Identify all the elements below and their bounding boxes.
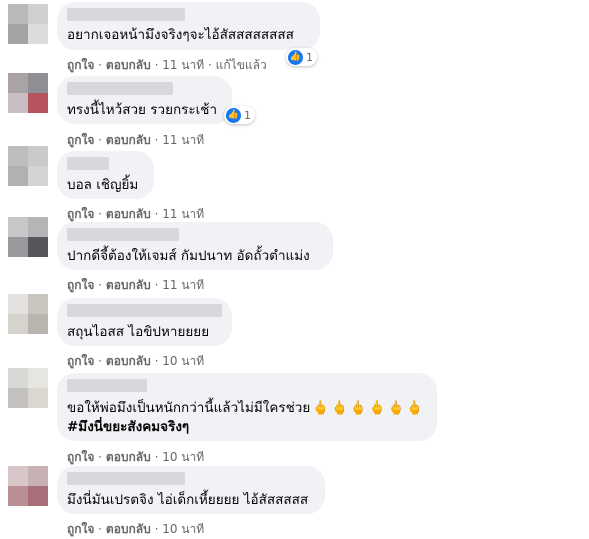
commenter-avatar[interactable] (8, 217, 48, 257)
comment-bubble: บอล เชิญยิ้ม (57, 151, 154, 199)
comment-text: สถุนไอสส ไอขิปหายยยย (67, 324, 210, 340)
thumbs-up-icon: 👍 (226, 107, 241, 123)
reply-link[interactable]: ตอบกลับ (106, 58, 151, 72)
comment-meta: ถูกใจ · ตอบกลับ · 11 นาที (67, 276, 204, 295)
timestamp[interactable]: 11 นาที (162, 207, 204, 221)
comment-meta: ถูกใจ · ตอบกลับ · 10 นาที (67, 520, 204, 539)
separator: · (154, 133, 159, 147)
comment-meta: ถูกใจ · ตอบกลับ · 10 นาที (67, 352, 204, 371)
comment-text: มึงนี่มันเปรตจิง ไอ่เด็กเหี้ยยยย ไอ้สัสส… (67, 492, 309, 508)
like-link[interactable]: ถูกใจ (67, 522, 94, 536)
reply-link[interactable]: ตอบกลับ (106, 522, 151, 536)
middle-finger-emoji-icons: 🖕🖕🖕🖕🖕🖕 (312, 400, 426, 416)
commenter-name-redacted[interactable] (67, 304, 222, 317)
timestamp[interactable]: 10 นาที (162, 450, 204, 464)
commenter-name-redacted[interactable] (67, 472, 185, 485)
comment-bubble: ขอให้พ่อมึงเป็นหนักกว่านี้แล้วไม่มีใครช่… (57, 373, 437, 441)
separator: · (98, 522, 103, 536)
comment-bubble: ปากดีจี้ต้องให้เจมส์ กัมปนาท อัดถั้วตำแม… (57, 222, 333, 270)
reply-link[interactable]: ตอบกลับ (106, 354, 151, 368)
reaction-summary[interactable]: 👍 1 (286, 48, 317, 66)
like-link[interactable]: ถูกใจ (67, 450, 94, 464)
timestamp[interactable]: 10 นาที (162, 354, 204, 368)
separator: · (98, 58, 103, 72)
separator: · (154, 522, 159, 536)
thumbs-up-icon: 👍 (288, 49, 303, 65)
edited-label[interactable]: แก้ไขแล้ว (216, 58, 267, 72)
comment-text: ขอให้พ่อมึงเป็นหนักกว่านี้แล้วไม่มีใครช่… (67, 399, 425, 417)
reply-link[interactable]: ตอบกลับ (106, 133, 151, 147)
separator: · (98, 450, 103, 464)
comment-text: บอล เชิญยิ้ม (67, 177, 139, 193)
comment-text-line: ขอให้พ่อมึงเป็นหนักกว่านี้แล้วไม่มีใครช่… (67, 400, 311, 416)
hashtag-link[interactable]: #มึงนี่ขยะสังคมจริงๆ (67, 418, 189, 436)
separator: · (98, 278, 103, 292)
commenter-avatar[interactable] (8, 4, 48, 44)
commenter-avatar[interactable] (8, 73, 48, 113)
reply-link[interactable]: ตอบกลับ (106, 207, 151, 221)
reaction-count: 1 (306, 50, 313, 64)
comment-text: ปากดีจี้ต้องให้เจมส์ กัมปนาท อัดถั้วตำแม… (67, 248, 310, 264)
commenter-name-redacted[interactable] (67, 379, 147, 392)
commenter-name-redacted[interactable] (67, 157, 109, 170)
timestamp[interactable]: 11 นาที (162, 278, 204, 292)
comment-meta: ถูกใจ · ตอบกลับ · 11 นาที (67, 131, 204, 150)
separator: · (98, 207, 103, 221)
commenter-name-redacted[interactable] (67, 8, 185, 21)
commenter-avatar[interactable] (8, 368, 48, 408)
timestamp[interactable]: 11 นาที (162, 133, 204, 147)
reply-link[interactable]: ตอบกลับ (106, 278, 151, 292)
separator: · (208, 58, 212, 72)
separator: · (154, 450, 159, 464)
comment-text: อยากเจอหน้ามึงจริงๆจะไอ้สัสสสสสสสส (67, 27, 294, 43)
commenter-name-redacted[interactable] (67, 82, 173, 95)
comment-bubble: อยากเจอหน้ามึงจริงๆจะไอ้สัสสสสสสสส (57, 2, 320, 50)
commenter-avatar[interactable] (8, 294, 48, 334)
reply-link[interactable]: ตอบกลับ (106, 450, 151, 464)
comment-bubble: ทรงนี้ไหว้สวย รวยกระเช้า (57, 76, 232, 124)
comment-meta: ถูกใจ · ตอบกลับ · 11 นาที · แก้ไขแล้ว (67, 56, 267, 75)
timestamp[interactable]: 10 นาที (162, 522, 204, 536)
commenter-avatar[interactable] (8, 146, 48, 186)
like-link[interactable]: ถูกใจ (67, 133, 94, 147)
comment-bubble: สถุนไอสส ไอขิปหายยยย (57, 298, 232, 346)
like-link[interactable]: ถูกใจ (67, 207, 94, 221)
like-link[interactable]: ถูกใจ (67, 354, 94, 368)
reaction-count: 1 (244, 108, 251, 122)
comment-bubble: มึงนี่มันเปรตจิง ไอ่เด็กเหี้ยยยย ไอ้สัสส… (57, 466, 325, 514)
separator: · (154, 354, 159, 368)
comment-meta: ถูกใจ · ตอบกลับ · 10 นาที (67, 448, 204, 467)
reaction-summary[interactable]: 👍 1 (224, 106, 255, 124)
separator: · (154, 207, 159, 221)
commenter-name-redacted[interactable] (67, 228, 179, 241)
commenter-avatar[interactable] (8, 466, 48, 506)
like-link[interactable]: ถูกใจ (67, 58, 94, 72)
timestamp[interactable]: 11 นาที (162, 58, 204, 72)
separator: · (154, 58, 159, 72)
separator: · (98, 133, 103, 147)
like-link[interactable]: ถูกใจ (67, 278, 94, 292)
separator: · (154, 278, 159, 292)
separator: · (98, 354, 103, 368)
comment-text: ทรงนี้ไหว้สวย รวยกระเช้า (67, 102, 218, 118)
